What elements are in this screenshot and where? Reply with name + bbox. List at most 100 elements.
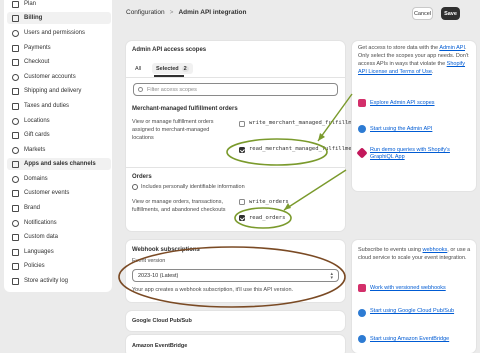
customer-events-icon — [12, 189, 19, 197]
info-icon — [132, 184, 138, 190]
sidebar-item-payments[interactable]: Payments — [7, 42, 111, 54]
help-text-part: Get access to store data with the — [358, 45, 440, 51]
write-fulfillment-scope: write_merchant_managed_fulfillment_order… — [249, 120, 385, 126]
brand-icon — [12, 204, 19, 212]
sidebar-item-billing[interactable]: Billing — [7, 12, 111, 24]
admin-api-help-card: Get access to store data with the Admin … — [352, 41, 476, 191]
fulfillment-description: View or manage fulfillment orders assign… — [132, 119, 214, 141]
sidebar-item-gift-cards[interactable]: Gift cards — [7, 129, 111, 141]
sidebar-item-custom-data[interactable]: Custom data — [7, 231, 111, 243]
sidebar-panel: Plan Billing Users and permissions Payme… — [4, 0, 112, 292]
google-pubsub-link[interactable]: Start using Google Cloud Pub/Sub — [370, 308, 460, 315]
sidebar-item-customer-accounts[interactable]: Customer accounts — [7, 71, 111, 83]
sidebar-item-brand[interactable]: Brand — [7, 202, 111, 214]
sidebar-item-checkout[interactable]: Checkout — [7, 56, 111, 68]
sidebar-item-label: Taxes and duties — [24, 103, 70, 109]
sidebar-item-apps[interactable]: Apps and sales channels — [7, 158, 111, 170]
sidebar-item-notifications[interactable]: Notifications — [7, 217, 111, 229]
filter-scopes-input[interactable]: Filter access scopes — [133, 83, 338, 96]
sidebar-item-label: Domains — [24, 176, 48, 182]
markets-icon — [12, 146, 19, 154]
sidebar-item-label: Checkout — [24, 59, 50, 65]
explore-scopes-link[interactable]: Explore Admin API scopes — [370, 100, 435, 107]
sidebar-item-domains[interactable]: Domains — [7, 173, 111, 185]
languages-icon — [12, 248, 19, 256]
sidebar-item-label: Gift cards — [24, 132, 50, 138]
webhooks-help-card: Subscribe to events using webhooks, or u… — [352, 240, 476, 353]
book-icon — [358, 284, 366, 292]
versioned-webhooks-link[interactable]: Work with versioned webhooks — [370, 285, 446, 292]
sidebar-item-label: Custom data — [24, 234, 59, 240]
sidebar-item-label: Shipping and delivery — [24, 88, 82, 94]
domains-icon — [12, 175, 19, 183]
search-icon — [138, 87, 143, 92]
save-button[interactable]: Save — [441, 7, 460, 20]
sidebar-item-label: Brand — [24, 205, 41, 211]
sidebar-item-label: Billing — [24, 15, 43, 21]
sidebar-item-label: Customer events — [24, 190, 70, 196]
sidebar-item-label: Users and permissions — [24, 30, 86, 36]
scopes-title: Admin API access scopes — [132, 47, 207, 53]
orders-description: View or manage orders, transactions, ful… — [132, 199, 226, 213]
location-icon — [12, 117, 19, 125]
webhooks-help-description: Subscribe to events using webhooks, or u… — [358, 246, 472, 262]
event-version-value: 2023-10 (Latest) — [138, 272, 179, 279]
sidebar-item-label: Markets — [24, 147, 46, 153]
play-icon — [358, 125, 366, 133]
tab-all[interactable]: All — [131, 63, 145, 74]
sidebar-item-taxes[interactable]: Taxes and duties — [7, 100, 111, 112]
read-orders-checkbox[interactable] — [239, 215, 245, 221]
book-icon — [358, 99, 366, 107]
taxes-icon — [12, 102, 19, 110]
page-header: Configuration > Admin API integration Ca… — [118, 0, 480, 28]
orders-heading: Orders — [132, 174, 152, 180]
sidebar-item-markets[interactable]: Markets — [7, 144, 111, 156]
sidebar-item-users[interactable]: Users and permissions — [7, 27, 111, 39]
read-fulfillment-checkbox[interactable] — [239, 147, 245, 153]
sidebar-item-activity-log[interactable]: Store activity log — [7, 275, 111, 287]
google-pubsub-section[interactable]: Google Cloud Pub/Sub — [126, 311, 345, 331]
policies-icon — [12, 262, 19, 270]
sidebar-item-label: Languages — [24, 249, 54, 255]
notifications-icon — [12, 219, 19, 227]
webhooks-link[interactable]: webhooks — [423, 247, 448, 253]
sidebar-item-customer-events[interactable]: Customer events — [7, 187, 111, 199]
read-fulfillment-scope: read_merchant_managed_fulfillment_orders — [249, 146, 382, 152]
sidebar-item-policies[interactable]: Policies — [7, 260, 111, 272]
graphiql-demo-link[interactable]: Run demo queries with Shopify's GraphiQL… — [370, 147, 470, 161]
sidebar-item-label: Plan — [24, 1, 37, 7]
sidebar-item-shipping[interactable]: Shipping and delivery — [7, 85, 111, 97]
webhooks-title: Webhook subscriptions — [132, 247, 200, 253]
sidebar-item-label: Store activity log — [24, 278, 69, 284]
users-icon — [12, 29, 19, 37]
customer-accounts-icon — [12, 73, 19, 81]
webhook-subscriptions-card: Webhook subscriptions Event version 2023… — [126, 240, 345, 302]
sidebar-item-locations[interactable]: Locations — [7, 115, 111, 127]
admin-api-help-text: Get access to store data with the Admin … — [358, 44, 472, 76]
start-admin-api-link[interactable]: Start using the Admin API — [370, 126, 432, 133]
sidebar-item-languages[interactable]: Languages — [7, 246, 111, 258]
page-title: Admin API integration — [178, 9, 247, 16]
section-divider — [126, 167, 345, 168]
amazon-eventbridge-section[interactable]: Amazon EventBridge — [126, 335, 345, 353]
play-icon — [358, 309, 366, 317]
custom-data-icon — [12, 233, 19, 241]
cancel-button[interactable]: Cancel — [412, 7, 433, 20]
apps-icon — [12, 160, 19, 168]
breadcrumb-parent[interactable]: Configuration — [126, 9, 165, 16]
sidebar-item-label: Payments — [24, 45, 51, 51]
activity-log-icon — [12, 277, 19, 285]
tab-selected[interactable]: Selected 2 — [152, 63, 193, 74]
amazon-eventbridge-link[interactable]: Start using Amazon EventBridge — [370, 336, 449, 343]
admin-api-link[interactable]: Admin API — [439, 45, 465, 51]
tab-selected-label: Selected — [156, 65, 179, 72]
sidebar-item-plan[interactable]: Plan — [7, 0, 111, 10]
event-version-select[interactable]: 2023-10 (Latest) ▴ ▾ — [132, 269, 339, 282]
write-fulfillment-checkbox[interactable] — [239, 121, 245, 127]
write-orders-checkbox[interactable] — [239, 199, 245, 205]
shipping-icon — [12, 87, 19, 95]
help-text-part: . — [431, 69, 434, 75]
webhooks-help-text: Your app creates a webhook subscription,… — [132, 287, 294, 293]
sidebar-item-label: Locations — [24, 118, 50, 124]
sidebar-item-label: Apps and sales channels — [24, 161, 96, 167]
